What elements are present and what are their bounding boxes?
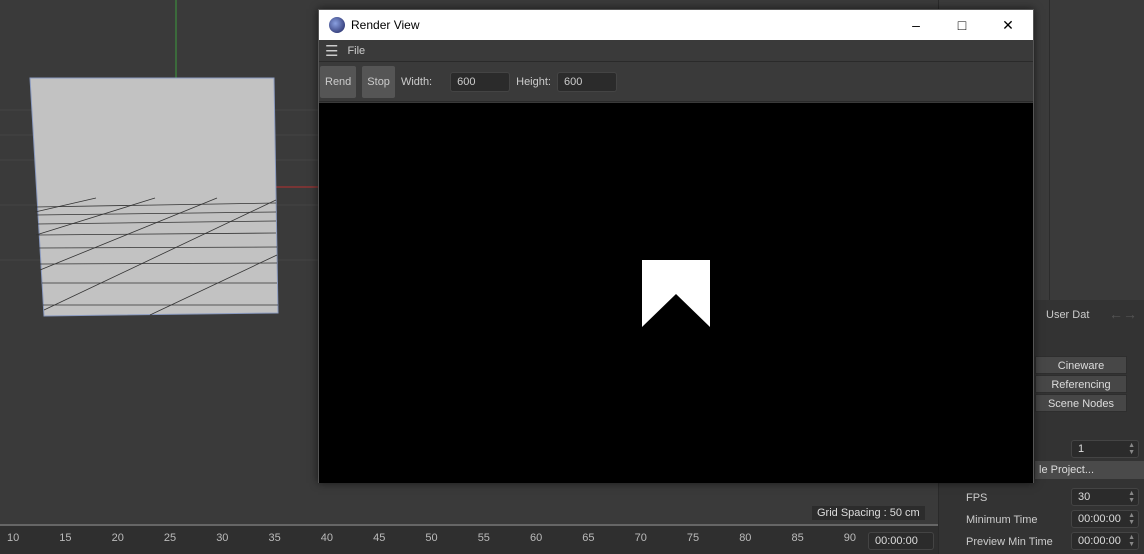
preview-min-time-field[interactable]: 00:00:00 ▲ ▼ <box>1071 532 1139 550</box>
timeline-tick: 45 <box>373 532 386 544</box>
timeline-ruler[interactable]: 10 15 20 25 30 35 40 45 50 55 60 65 70 75 80 85 90 00:00… <box>0 524 938 554</box>
height-label: Height: <box>516 75 551 88</box>
timeline-tick: 50 <box>425 532 438 544</box>
minimize-icon[interactable]: – <box>893 10 939 40</box>
menu-file[interactable]: File <box>347 45 365 57</box>
render-canvas <box>319 103 1033 483</box>
timeline-tick: 10 <box>7 532 20 544</box>
window-title: Render View <box>351 18 420 32</box>
timeline-tick: 55 <box>477 532 490 544</box>
scale-field[interactable]: 1 ▲ ▼ <box>1071 440 1139 458</box>
timeline-tick: 15 <box>59 532 72 544</box>
camera-plane <box>29 77 279 317</box>
rendered-bookmark-shape <box>642 260 710 327</box>
timeline-tick: 30 <box>216 532 229 544</box>
minimum-time-label: Minimum Time <box>966 514 1038 526</box>
timeline-tick: 20 <box>111 532 124 544</box>
maximize-icon[interactable]: □ <box>939 10 985 40</box>
scale-project-button[interactable]: le Project... <box>1035 461 1144 479</box>
cinema4d-logo-icon <box>329 17 345 33</box>
render-button[interactable]: Rend <box>320 65 357 98</box>
render-view-window: Render View – □ ✕ ☰ File Rend Stop Width… <box>318 9 1034 483</box>
timeline-tick: 80 <box>739 532 752 544</box>
tab-scene-nodes[interactable]: Scene Nodes <box>1035 394 1127 412</box>
fps-field[interactable]: 30 ▲ ▼ <box>1071 488 1139 506</box>
grid-spacing-label: Grid Spacing : 50 cm <box>812 506 925 520</box>
tab-user-data[interactable]: User Dat <box>1046 309 1089 321</box>
preview-min-time-label: Preview Min Time <box>966 536 1053 548</box>
tab-cineware[interactable]: Cineware <box>1035 356 1127 374</box>
tab-referencing[interactable]: Referencing <box>1035 375 1127 393</box>
hamburger-menu-icon[interactable]: ☰ <box>325 42 338 60</box>
width-label: Width: <box>400 75 433 88</box>
timeline-tick: 60 <box>530 532 543 544</box>
width-input[interactable]: 600 <box>450 71 511 92</box>
timeline-tick: 90 <box>843 532 857 544</box>
timeline-tick: 35 <box>268 532 281 544</box>
stop-button[interactable]: Stop <box>362 65 395 98</box>
timeline-tick: 70 <box>634 532 647 544</box>
close-icon[interactable]: ✕ <box>985 10 1031 40</box>
current-time-field[interactable]: 00:00:00 <box>868 532 934 550</box>
timeline-tick: 25 <box>163 532 177 544</box>
nav-arrows-icon[interactable]: ←→ <box>1109 306 1137 322</box>
timeline-tick: 75 <box>686 532 700 544</box>
height-input[interactable]: 600 <box>556 71 617 92</box>
timeline-tick: 40 <box>320 532 334 544</box>
title-bar[interactable]: Render View – □ ✕ <box>319 10 1033 40</box>
timeline-tick: 65 <box>582 532 595 544</box>
minimum-time-field[interactable]: 00:00:00 ▲ ▼ <box>1071 510 1139 528</box>
timeline-tick: 85 <box>791 532 804 544</box>
fps-label: FPS <box>966 492 988 504</box>
